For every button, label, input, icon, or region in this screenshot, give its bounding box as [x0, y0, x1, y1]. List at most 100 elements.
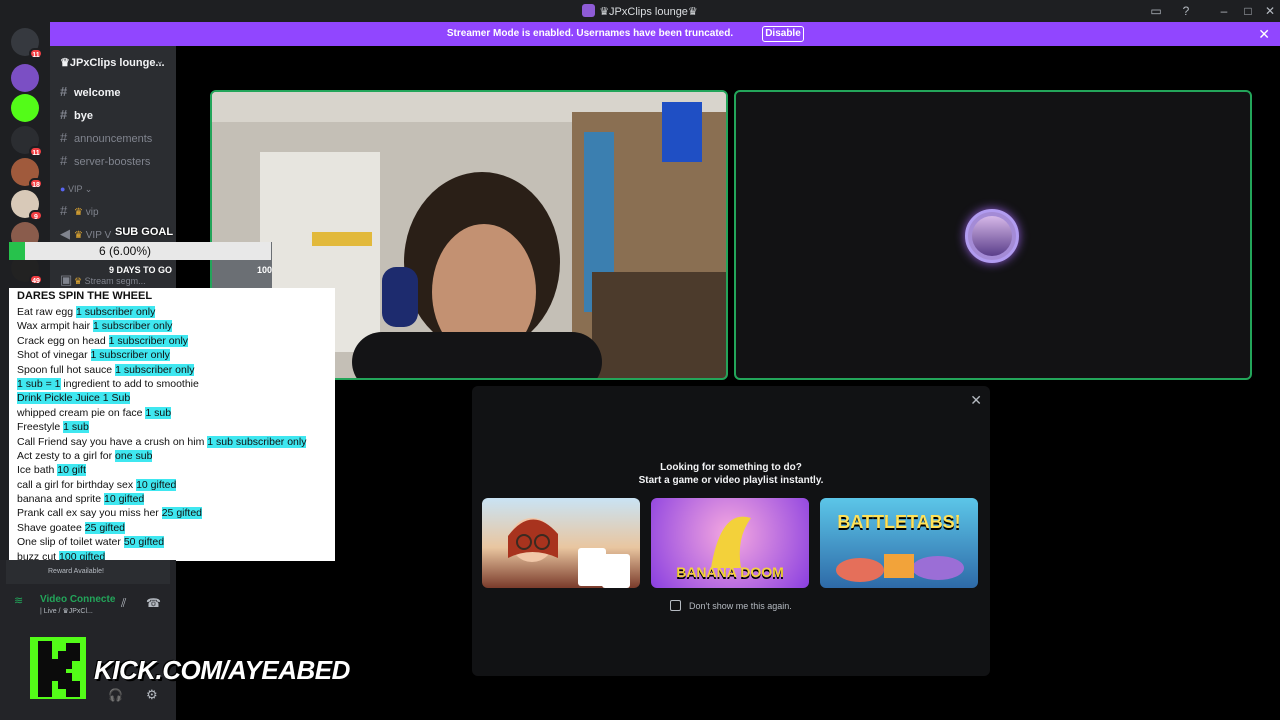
dare-text: Prank call ex say you miss her: [17, 507, 162, 520]
reward-banner[interactable]: Reward Available!: [6, 560, 170, 584]
avatar-image: [972, 216, 1012, 256]
game-card-battletabs[interactable]: BATTLETABS!: [820, 498, 978, 588]
inbox-icon[interactable]: ▭: [1148, 3, 1164, 19]
game-title: BATTLETABS!: [837, 512, 961, 532]
dare-item: 1 sub = 1 ingredient to add to smoothie: [17, 377, 335, 391]
kick-url-overlay: KICK.COM/AYEABED: [94, 655, 350, 685]
dare-item: whipped cream pie on face 1 sub: [17, 406, 335, 420]
dare-price-tag: 25 gifted: [84, 521, 126, 534]
hash-icon: #: [60, 107, 68, 122]
dare-suffix: ingredient to add to smoothie: [60, 377, 199, 390]
dare-text: Spoon full hot sauce: [17, 363, 116, 376]
guild-name[interactable]: ♛JPxClips lounge...: [60, 56, 165, 69]
dare-item: Ice bath 10 gift: [17, 463, 335, 477]
dare-text: Call Friend say you have a crush on him: [17, 435, 208, 448]
sub-goal-label: SUB GOAL: [115, 226, 174, 238]
dare-item: Wax armpit hair 1 subscriber only: [17, 319, 335, 333]
server-icon[interactable]: 9: [11, 190, 43, 221]
dare-item: banana and sprite 10 gifted: [17, 492, 335, 506]
minimize-icon[interactable]: –: [1216, 3, 1232, 19]
participant-tile[interactable]: [734, 90, 1252, 380]
kick-logo-mark: [38, 641, 80, 697]
game-card-banana-doom[interactable]: BANANA DOOM: [651, 498, 809, 588]
game-art: [508, 518, 630, 588]
disable-button[interactable]: Disable: [762, 26, 804, 42]
sub-goal-days: 9 DAYS TO GO: [109, 265, 173, 275]
avatar[interactable]: [965, 209, 1019, 263]
dare-price-tag: 10 gifted: [136, 478, 177, 491]
crown-icon: ♛: [74, 207, 86, 218]
dare-price-tag: 1 subscriber only: [115, 363, 195, 376]
sub-goal-target: 100: [257, 265, 273, 275]
dare-item: Act zesty to a girl for one sub: [17, 449, 335, 463]
sub-goal-count: 6 (6.00%): [98, 244, 151, 258]
dare-price-tag: 10 gift: [57, 464, 86, 477]
dare-item: Freestyle 1 sub: [17, 420, 335, 434]
hash-icon: #: [60, 203, 68, 218]
sub-goal-widget: SUB GOAL 6 (6.00%) 9 DAYS TO GO 100: [9, 224, 273, 276]
window-title: ♛JPxClips lounge♛: [0, 4, 1280, 18]
help-icon[interactable]: ?: [1178, 3, 1194, 19]
checkbox-icon[interactable]: [670, 600, 681, 611]
dare-item: call a girl for birthday sex 10 gifted: [17, 478, 335, 492]
dare-price-tag: 1 subscriber only: [90, 349, 170, 362]
dare-price-tag: Drink Pickle Juice 1 Sub: [17, 392, 131, 405]
server-icon: [582, 4, 596, 17]
dare-item: Shave goatee 25 gifted: [17, 521, 335, 535]
server-icon[interactable]: 18: [11, 158, 43, 189]
dare-price-tag: 1 sub subscriber only: [207, 435, 307, 448]
kick-logo: [30, 637, 86, 699]
hash-icon: #: [60, 84, 68, 99]
dare-price-tag: 1 sub: [145, 406, 172, 419]
category-vip[interactable]: ● VIP ⌄: [60, 184, 92, 195]
noise-suppression-icon[interactable]: ⫽: [121, 596, 126, 611]
channel-server-boosters[interactable]: # server-boosters: [60, 153, 150, 168]
dont-show-checkbox[interactable]: Don't show me this again.: [670, 600, 792, 611]
server-icon[interactable]: 11: [11, 28, 43, 59]
dare-text: Freestyle: [17, 421, 64, 434]
close-window-icon[interactable]: ✕: [1262, 3, 1278, 19]
mention-badge: 9: [29, 210, 43, 221]
channel-announcements[interactable]: # announcements: [60, 130, 152, 145]
gear-icon[interactable]: ⚙: [146, 687, 158, 703]
dare-item: Eat raw egg 1 subscriber only: [17, 305, 335, 319]
dare-price-tag: 50 gifted: [123, 536, 165, 549]
globe-icon: ●: [60, 184, 68, 194]
signal-icon: ≋: [14, 595, 24, 607]
dare-item: Spoon full hot sauce 1 subscriber only: [17, 363, 335, 377]
dare-text: Crack egg on head: [17, 334, 109, 347]
channel-welcome[interactable]: # welcome: [60, 84, 120, 99]
game-title: BANANA DOOM: [676, 564, 784, 580]
crown-icon: ♛: [74, 276, 85, 286]
activity-subheading: Start a game or video playlist instantly…: [638, 475, 824, 486]
dare-item: Call Friend say you have a crush on him …: [17, 435, 335, 449]
headphones-icon[interactable]: 🎧: [108, 688, 123, 702]
chevron-down-icon[interactable]: ⌄: [156, 56, 164, 67]
dare-text: Eat raw egg: [17, 306, 76, 318]
disconnect-icon[interactable]: ☎: [146, 596, 161, 610]
close-banner-icon[interactable]: ✕: [1258, 26, 1270, 43]
dare-text: whipped cream pie on face: [17, 406, 146, 419]
dare-price-tag: 10 gifted: [103, 493, 145, 506]
dare-item: Crack egg on head 1 subscriber only: [17, 334, 335, 348]
maximize-icon[interactable]: □: [1240, 3, 1256, 19]
close-icon[interactable]: ✕: [970, 392, 982, 409]
hash-icon: #: [60, 130, 68, 145]
activity-heading: Looking for something to do?: [660, 462, 802, 473]
server-icon[interactable]: [11, 94, 39, 122]
voice-status[interactable]: Video Connecte: [40, 594, 115, 605]
dare-text: Wax armpit hair: [17, 320, 94, 333]
channel-bye[interactable]: # bye: [60, 107, 93, 122]
dare-text: Act zesty to a girl for: [17, 449, 116, 462]
game-card-solitaire[interactable]: [482, 498, 640, 588]
dares-header: DARES SPIN THE WHEEL: [17, 290, 153, 302]
dare-text: Ice bath: [17, 464, 58, 477]
dare-text: One slip of toilet water: [17, 536, 124, 549]
server-icon[interactable]: [11, 64, 39, 92]
server-icon[interactable]: 11: [11, 126, 43, 157]
mention-badge: 11: [29, 48, 43, 59]
voice-subtitle: | Live / ♛JPxCl...: [40, 608, 93, 615]
title-bar: ♛JPxClips lounge♛ ▭ ? – □ ✕: [0, 0, 1280, 22]
dare-price-tag: 1 subscriber only: [108, 334, 189, 347]
channel-vip[interactable]: # ♛ vip: [60, 203, 99, 218]
